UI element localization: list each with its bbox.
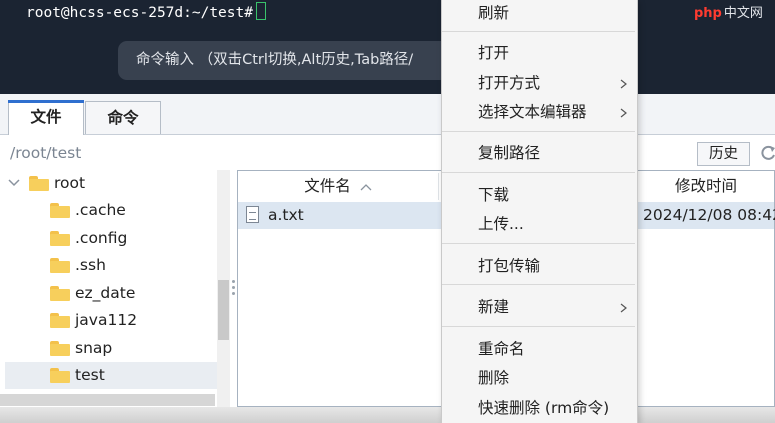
tree-item-label: .ssh [75,256,106,274]
menu-separator [442,131,635,132]
folder-icon [50,258,70,273]
splitter-grip-dot [232,292,235,295]
tab-commands[interactable]: 命令 [85,101,161,134]
menu-item-open[interactable]: 打开 [442,40,635,67]
refresh-icon[interactable] [759,143,775,163]
file-name: a.txt [268,206,304,224]
column-separator[interactable] [438,173,439,200]
tab-bar: 文件 命令 [0,94,775,135]
watermark: php 中文网 [694,2,763,21]
menu-item-refresh[interactable]: 刷新 [442,0,635,27]
sort-ascending-icon [360,184,372,191]
folder-icon [50,368,70,383]
tab-files[interactable]: 文件 [8,100,84,135]
chevron-down-icon[interactable] [8,178,20,188]
tree-item-label: ez_date [75,284,136,302]
tree-item-label: root [54,174,86,192]
tree-item-cache[interactable]: .cache [0,197,217,224]
menu-item-label: 打开方式 [478,74,541,92]
watermark-brand: php [694,6,722,21]
chevron-right-icon [620,303,627,313]
tree-item-config[interactable]: .config [0,225,217,252]
splitter-grip-dot [232,280,235,283]
menu-separator [442,326,635,327]
menu-item-download[interactable]: 下载 [442,182,635,209]
menu-item-label: 新建 [478,298,510,316]
splitter-grip-dot [232,286,235,289]
tree-item-label: .cache [75,201,126,219]
context-menu: 刷新 打开 打开方式 选择文本编辑器 复制路径 下载 上传... 打包传输 新建… [441,0,638,423]
tree-item-label: snap [75,339,113,357]
tree-item-label: test [75,366,105,384]
terminal-panel[interactable]: root@hcss-ecs-257d:~/test# 命令输入 （双击Ctrl切… [0,0,775,94]
tree-item-root[interactable]: root [0,170,217,197]
file-modified: 2024/12/08 08:42 [643,206,775,224]
menu-item-select-text-editor[interactable]: 选择文本编辑器 [442,99,635,126]
folder-icon [50,203,70,218]
menu-separator [442,31,635,32]
directory-tree: root .cache .config .ssh ez_date java112… [0,170,230,407]
tree-item-test[interactable]: test [5,362,217,389]
menu-item-delete[interactable]: 删除 [442,365,635,392]
tree-item-ssh[interactable]: .ssh [0,252,217,279]
tree-item-snap[interactable]: snap [0,335,217,362]
menu-separator [442,172,635,173]
text-file-icon [246,206,259,223]
menu-item-upload[interactable]: 上传... [442,211,635,238]
folder-icon [29,176,49,191]
folder-icon [50,313,70,328]
watermark-tail: 中文网 [723,6,763,21]
path-input[interactable] [10,143,440,163]
tree-item-label: java112 [75,311,138,329]
folder-icon [50,231,70,246]
path-toolbar: 历史 [0,135,775,170]
menu-separator [442,284,635,285]
tree-scrollbar-thumb[interactable] [218,280,229,340]
folder-icon [50,286,70,301]
menu-item-new[interactable]: 新建 [442,294,635,321]
tree-item-label: .config [75,229,128,247]
column-header-modified[interactable]: 修改时间 [638,171,774,202]
menu-item-copy-path[interactable]: 复制路径 [442,140,635,167]
status-strip [0,407,775,423]
menu-item-open-with[interactable]: 打开方式 [442,70,635,97]
terminal-cursor [255,2,266,20]
menu-item-quick-delete[interactable]: 快速删除 (rm命令) [442,395,635,422]
chevron-right-icon [620,108,627,118]
menu-item-label: 选择文本编辑器 [478,103,587,121]
menu-item-rename[interactable]: 重命名 [442,336,635,363]
tree-item-ez-date[interactable]: ez_date [0,280,217,307]
menu-separator [442,243,635,244]
tree-horizontal-scrollbar[interactable] [0,394,215,406]
chevron-right-icon [620,79,627,89]
history-button[interactable]: 历史 [697,142,750,166]
pane-splitter[interactable] [230,170,237,407]
tree-item-java112[interactable]: java112 [0,307,217,334]
menu-item-pack-transfer[interactable]: 打包传输 [442,253,635,280]
folder-icon [50,341,70,356]
column-header-label: 文件名 [304,177,351,195]
terminal-prompt-line: root@hcss-ecs-257d:~/test# [26,2,266,21]
terminal-prompt: root@hcss-ecs-257d:~/test# [26,5,253,21]
column-header-filename[interactable]: 文件名 [238,171,438,202]
